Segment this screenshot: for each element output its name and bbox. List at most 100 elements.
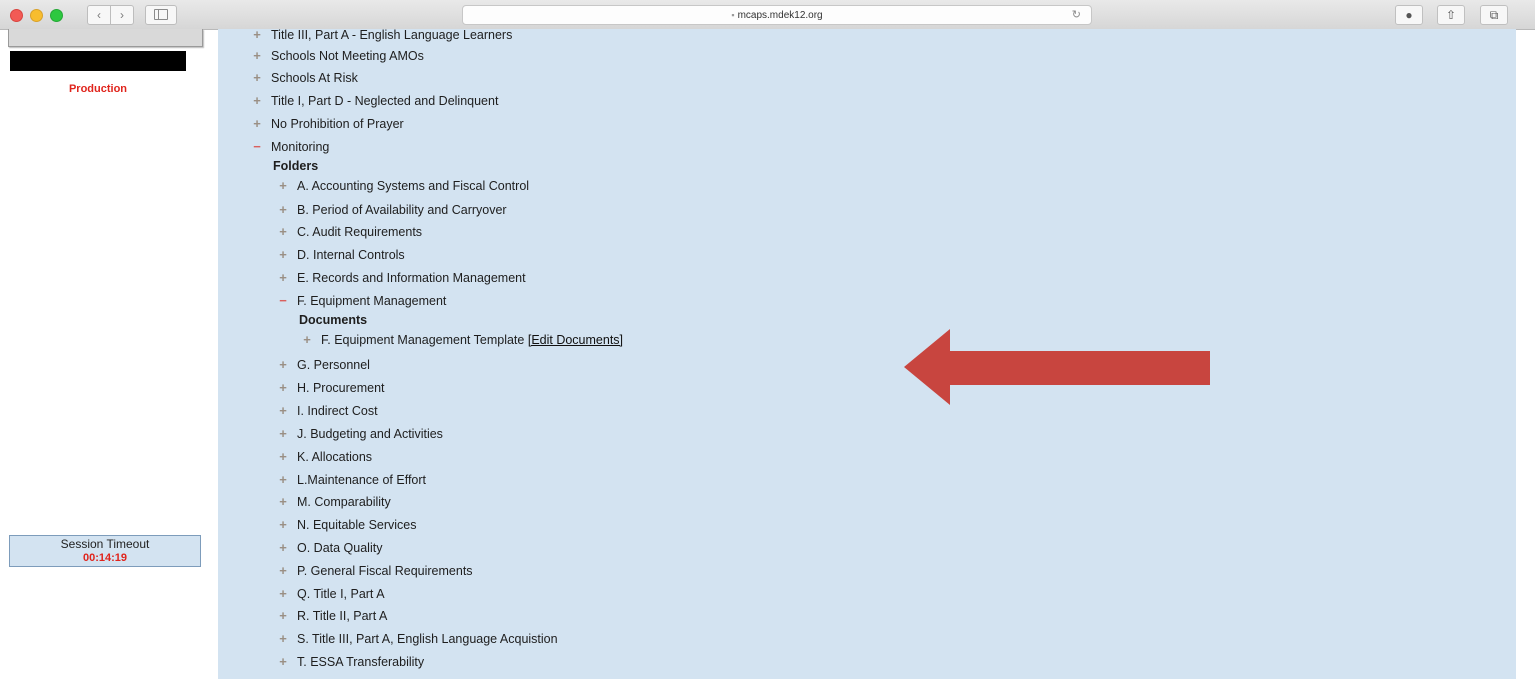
address-bar[interactable]: ▪ mcaps.mdek12.org ↻ [462, 5, 1092, 25]
share-button[interactable]: ⇧ [1437, 5, 1465, 25]
folder-item[interactable]: + P. General Fiscal Requirements [278, 562, 473, 580]
expand-icon[interactable]: + [278, 425, 288, 443]
tree-item-label: C. Audit Requirements [297, 225, 423, 239]
folder-item[interactable]: + C. Audit Requirements [278, 223, 422, 241]
expand-icon[interactable]: + [278, 607, 288, 625]
folders-heading: Folders [273, 159, 319, 173]
tabs-icon: ⧉ [1489, 8, 1499, 22]
expand-icon[interactable]: + [278, 223, 288, 241]
expand-icon[interactable]: + [278, 177, 288, 195]
browser-toolbar: ‹ › ▪ mcaps.mdek12.org ↻ ● ⇧ ⧉ [0, 0, 1535, 30]
tree-item-label: Q. Title I, Part A [297, 587, 385, 601]
folder-item[interactable]: + R. Title II, Part A [278, 607, 387, 625]
tree-item-label: D. Internal Controls [297, 248, 405, 262]
expand-icon[interactable]: + [278, 471, 288, 489]
tree-item-label: I. Indirect Cost [297, 404, 378, 418]
chevron-right-icon: › [120, 8, 124, 22]
folder-item[interactable]: + E. Records and Information Management [278, 269, 525, 287]
tree-item[interactable]: + Schools At Risk [252, 69, 358, 87]
folder-item[interactable]: + J. Budgeting and Activities [278, 425, 443, 443]
folder-item[interactable]: + K. Allocations [278, 448, 372, 466]
expand-icon[interactable]: + [252, 26, 262, 44]
tree-item-label: Title I, Part D - Neglected and Delinque… [271, 94, 499, 108]
expand-icon[interactable]: + [278, 246, 288, 264]
tree-item[interactable]: + Title III, Part A - English Language Le… [252, 26, 512, 44]
expand-icon[interactable]: + [278, 356, 288, 374]
tree-item-label: Schools At Risk [271, 71, 358, 85]
expand-icon[interactable]: + [278, 269, 288, 287]
tree-item-label: Title III, Part A - English Language Lea… [271, 28, 513, 42]
folder-item[interactable]: + D. Internal Controls [278, 246, 405, 264]
forward-button[interactable]: › [110, 5, 134, 25]
tree-item-label: G. Personnel [297, 358, 370, 372]
expand-icon[interactable]: + [278, 379, 288, 397]
red-arrow-shape [904, 329, 1210, 405]
expand-icon[interactable]: + [252, 69, 262, 87]
folder-item[interactable]: + T. ESSA Transferability [278, 653, 424, 671]
expand-icon[interactable]: + [302, 331, 312, 349]
expand-icon[interactable]: + [278, 585, 288, 603]
folder-item[interactable]: + O. Data Quality [278, 539, 382, 557]
tree-item-label: Schools Not Meeting AMOs [271, 49, 424, 63]
folder-item[interactable]: + M. Comparability [278, 493, 391, 511]
expand-icon[interactable]: + [278, 402, 288, 420]
expand-icon[interactable]: + [278, 201, 288, 219]
expand-icon[interactable]: + [252, 92, 262, 110]
expand-icon[interactable]: + [278, 516, 288, 534]
tree-item-label: P. General Fiscal Requirements [297, 564, 473, 578]
expand-icon[interactable]: + [278, 653, 288, 671]
close-window-button[interactable] [10, 9, 23, 22]
folder-item[interactable]: + A. Accounting Systems and Fiscal Contro… [278, 177, 529, 195]
back-button[interactable]: ‹ [87, 5, 111, 25]
document-item[interactable]: + F. Equipment Management Template [Edit … [302, 331, 623, 349]
folder-item[interactable]: + S. Title III, Part A, English Language … [278, 630, 558, 648]
expand-icon[interactable]: + [252, 115, 262, 133]
tree-item[interactable]: − Monitoring [252, 138, 329, 156]
tree-item-label: No Prohibition of Prayer [271, 117, 404, 131]
folder-item[interactable]: + B. Period of Availability and Carryover [278, 201, 506, 219]
tree-item-label: R. Title II, Part A [297, 609, 388, 623]
expand-icon[interactable]: + [278, 539, 288, 557]
arrow-pointer [904, 329, 1210, 405]
tree-panel: + Title III, Part A - English Language Le… [218, 26, 1516, 679]
info-button[interactable]: ● [1395, 5, 1423, 25]
tabs-button[interactable]: ⧉ [1480, 5, 1508, 25]
expand-icon[interactable]: + [278, 448, 288, 466]
folder-item[interactable]: + L.Maintenance of Effort [278, 471, 426, 489]
zoom-window-button[interactable] [50, 9, 63, 22]
collapse-icon[interactable]: − [252, 138, 262, 156]
tree-item-label: N. Equitable Services [297, 518, 417, 532]
header-panel [8, 29, 203, 47]
sidebar-toggle-button[interactable] [145, 5, 177, 25]
tree-item-label: H. Procurement [297, 381, 385, 395]
folder-item[interactable]: + H. Procurement [278, 379, 385, 397]
chevron-left-icon: ‹ [97, 8, 101, 22]
folder-item[interactable]: + Q. Title I, Part A [278, 585, 385, 603]
tree-item[interactable]: + Title I, Part D - Neglected and Delinqu… [252, 92, 498, 110]
expand-icon[interactable]: + [278, 562, 288, 580]
reload-icon[interactable]: ↻ [1072, 6, 1081, 24]
minimize-window-button[interactable] [30, 9, 43, 22]
tree-item-label: S. Title III, Part A, English Language A… [297, 632, 558, 646]
tree-item[interactable]: + No Prohibition of Prayer [252, 115, 404, 133]
edit-documents-link[interactable]: [Edit Documents] [528, 333, 623, 347]
environment-label: Production [68, 83, 128, 95]
expand-icon[interactable]: + [278, 630, 288, 648]
folder-item[interactable]: + I. Indirect Cost [278, 402, 378, 420]
expand-icon[interactable]: + [278, 493, 288, 511]
tree-item-label: M. Comparability [297, 495, 391, 509]
folder-item[interactable]: + G. Personnel [278, 356, 370, 374]
sidebar-icon [154, 9, 168, 20]
lock-icon: ▪ [731, 10, 735, 20]
tree-item[interactable]: + Schools Not Meeting AMOs [252, 47, 424, 65]
folder-item[interactable]: − F. Equipment Management [278, 292, 446, 310]
folder-item[interactable]: + N. Equitable Services [278, 516, 417, 534]
redacted-bar [10, 51, 186, 71]
info-icon: ● [1405, 8, 1413, 22]
url-text: mcaps.mdek12.org [737, 10, 823, 21]
collapse-icon[interactable]: − [278, 292, 288, 310]
tree-item-label: A. Accounting Systems and Fiscal Control [297, 179, 530, 193]
expand-icon[interactable]: + [252, 47, 262, 65]
tree-item-label: J. Budgeting and Activities [297, 427, 443, 441]
tree-item-label: T. ESSA Transferability [297, 655, 425, 669]
